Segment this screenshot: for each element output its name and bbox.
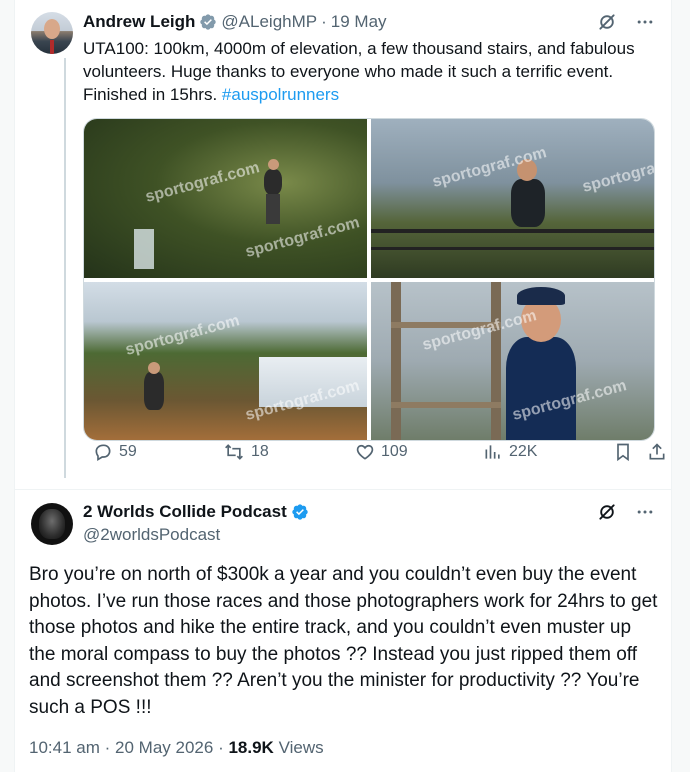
- author-name[interactable]: Andrew Leigh: [83, 12, 195, 32]
- share-icon: [649, 443, 665, 460]
- bookmark-button[interactable]: [613, 442, 633, 462]
- views-icon: [485, 445, 500, 459]
- header-separator: ·: [321, 12, 327, 31]
- repost-icon: [225, 444, 243, 460]
- author-handle[interactable]: @2worldsPodcast: [83, 525, 220, 545]
- tweet-body: UTA100: 100km, 4000m of elevation, a few…: [83, 39, 635, 104]
- repost-count: 18: [251, 443, 269, 460]
- verified-badge-icon: [200, 14, 217, 30]
- tweet-text: UTA100: 100km, 4000m of elevation, a few…: [83, 37, 643, 106]
- photo-grid: sportograf.com sportograf.com sportograf…: [83, 118, 655, 441]
- bookmark-icon: [617, 443, 629, 462]
- reply-button[interactable]: 59: [93, 442, 137, 462]
- grok-icon[interactable]: [597, 502, 617, 522]
- watermark: sportograf.com: [143, 159, 262, 206]
- tweet-text: Bro you’re on north of $300k a year and …: [29, 564, 658, 718]
- reply-icon: [95, 444, 111, 461]
- photo-ladder-runner[interactable]: sportograf.com sportograf.com: [371, 282, 654, 440]
- avatar[interactable]: [31, 503, 73, 545]
- like-count: 109: [381, 443, 408, 460]
- more-icon[interactable]: [635, 12, 655, 32]
- photo-trail-rocks[interactable]: sportograf.com sportograf.com: [84, 119, 367, 278]
- author-name[interactable]: 2 Worlds Collide Podcast: [83, 502, 287, 522]
- tweet-meta: 10:41 am · 20 May 2026 · 18.9K Views: [29, 738, 324, 758]
- views-count: 22K: [509, 443, 538, 460]
- photo-bridge[interactable]: sportograf.com sportograf.com: [371, 119, 654, 278]
- repost-button[interactable]: 18: [223, 442, 269, 462]
- like-button[interactable]: 109: [355, 442, 408, 462]
- watermark: sportograf.com: [123, 312, 242, 359]
- reply-count: 59: [119, 443, 137, 460]
- header-actions: [597, 12, 655, 32]
- views-label: Views: [278, 738, 324, 757]
- photo-waterfall[interactable]: sportograf.com sportograf.com: [84, 282, 367, 440]
- tweet-2-worlds-collide[interactable]: 2 Worlds Collide Podcast @2worldsPodcast…: [15, 490, 671, 772]
- share-button[interactable]: [647, 442, 667, 462]
- tweet-header: Andrew Leigh @ALeighMP · 19 May: [83, 12, 387, 32]
- author-handle[interactable]: @ALeighMP: [221, 12, 317, 32]
- watermark: sportograf.com: [243, 214, 362, 261]
- meta-separator: ·: [104, 738, 111, 757]
- like-icon: [356, 444, 374, 460]
- grok-icon[interactable]: [597, 12, 617, 32]
- header-actions: [597, 502, 655, 522]
- views-button[interactable]: 22K: [483, 442, 537, 462]
- tweet-time[interactable]: 10:41 am: [29, 738, 100, 757]
- hashtag-link[interactable]: #auspolrunners: [222, 85, 339, 104]
- conversation-card: Andrew Leigh @ALeighMP · 19 May UTA100: …: [14, 0, 672, 772]
- tweet-date[interactable]: 19 May: [331, 12, 387, 32]
- verified-badge-icon: [292, 504, 308, 520]
- tweet-andrew-leigh[interactable]: Andrew Leigh @ALeighMP · 19 May UTA100: …: [15, 0, 671, 490]
- watermark: sportograf.com: [580, 149, 654, 196]
- author-name-row: 2 Worlds Collide Podcast: [83, 502, 313, 522]
- meta-separator: ·: [218, 738, 224, 757]
- more-icon[interactable]: [635, 502, 655, 522]
- views-count: 18.9K: [228, 738, 274, 757]
- tweet-date[interactable]: 20 May 2026: [115, 738, 213, 757]
- avatar[interactable]: [31, 12, 73, 54]
